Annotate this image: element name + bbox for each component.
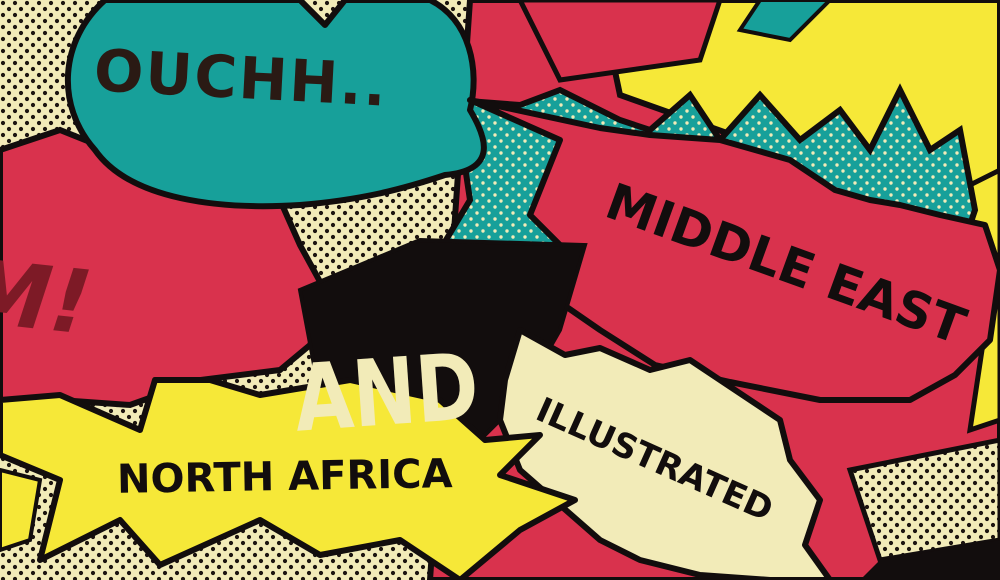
north-africa-text: NORTH AFRICA bbox=[117, 451, 453, 503]
and-text: AND bbox=[291, 333, 482, 453]
comic-collage: OUCHH.. OM! AND MIDDLE EAST NORTH AFRICA… bbox=[0, 0, 1000, 580]
comic-collage-art: OUCHH.. OM! AND MIDDLE EAST NORTH AFRICA… bbox=[0, 0, 1000, 580]
